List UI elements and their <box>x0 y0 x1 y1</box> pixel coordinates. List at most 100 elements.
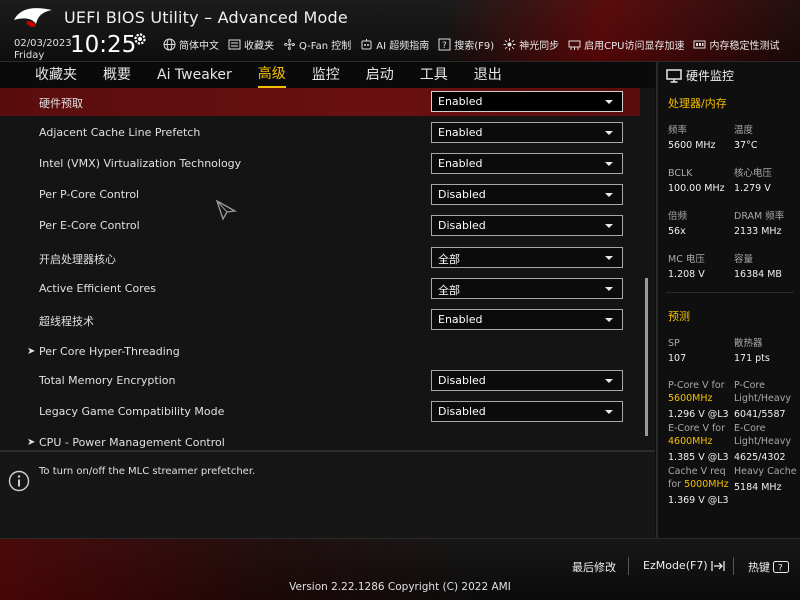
ezmode-button[interactable]: EzMode(F7) <box>643 559 725 572</box>
hardware-monitor-panel: 硬件监控 处理器/内存 频率 温度 5600 MHz 37°C BCLK 核心电… <box>656 62 800 538</box>
fan-icon <box>284 39 295 50</box>
main-menu-tabs: 收藏夹 概要 Ai Tweaker 高级 监控 启动 工具 退出 <box>0 62 655 88</box>
date-text: 02/03/2023 <box>14 38 72 49</box>
setting-dropdown[interactable]: Enabled <box>431 309 623 330</box>
memtest-button[interactable]: 内存稳定性测试 <box>693 37 779 52</box>
prediction-section-title: 预测 <box>668 310 690 323</box>
search-button[interactable]: ? 搜索(F9) <box>438 37 494 52</box>
setting-dropdown[interactable]: 全部 <box>431 247 623 268</box>
last-modified-button[interactable]: 最后修改 <box>572 559 616 575</box>
settings-scrollbar[interactable] <box>645 278 648 436</box>
qfan-button[interactable]: Q-Fan 控制 <box>283 37 351 52</box>
ratio-value: 56x <box>668 226 686 237</box>
setting-label: Legacy Game Compatibility Mode <box>39 405 225 418</box>
dropdown-value: Enabled <box>438 313 483 326</box>
ecore-lh-value: 4625/4302 <box>734 452 786 463</box>
setting-dropdown[interactable]: Disabled <box>431 370 623 391</box>
ecore-v-value: 1.385 V @L3 <box>668 452 729 463</box>
setting-dropdown[interactable]: Disabled <box>431 215 623 236</box>
cache-v-label: Cache V req <box>668 466 726 477</box>
aura-sync-button[interactable]: 神光同步 <box>503 37 559 52</box>
header: UEFI BIOS Utility – Advanced Mode 02/03/… <box>0 0 800 62</box>
submenu-per-core-hyper-threading[interactable]: ➤ Per Core Hyper-Threading <box>0 338 640 366</box>
submenu-label: Per Core Hyper-Threading <box>39 345 180 358</box>
dropdown-value: 全部 <box>438 253 460 266</box>
pcore-v-value: 1.296 V @L3 <box>668 409 729 420</box>
dropdown-value: 全部 <box>438 284 460 297</box>
ai-icon <box>361 39 372 50</box>
help-panel: To turn on/off the MLC streamer prefetch… <box>0 450 655 538</box>
setting-label: Adjacent Cache Line Prefetch <box>39 126 201 139</box>
hotkeys-label: 热键 <box>748 561 770 574</box>
setting-dropdown[interactable]: Disabled <box>431 184 623 205</box>
capacity-label: 容量 <box>734 254 754 265</box>
setting-dropdown[interactable]: Enabled <box>431 122 623 143</box>
favorites-icon <box>228 39 241 50</box>
tab-boot[interactable]: 启动 <box>366 62 394 88</box>
setting-row-per-p-core-control[interactable]: Per P-Core Control Disabled <box>0 181 640 209</box>
submenu-arrow-icon: ➤ <box>27 346 36 357</box>
language-button[interactable]: 简体中文 <box>163 37 219 52</box>
pcore-v-frequency: 5600MHz <box>668 393 713 404</box>
clock-settings-gear-icon[interactable] <box>133 32 147 46</box>
submenu-label: CPU - Power Management Control <box>39 436 225 449</box>
tab-tool[interactable]: 工具 <box>420 62 448 88</box>
ecore-v-frequency: 4600MHz <box>668 436 713 447</box>
sp-label: SP <box>668 338 680 349</box>
setting-label: Active Efficient Cores <box>39 282 156 295</box>
tab-favorites[interactable]: 收藏夹 <box>35 62 77 88</box>
language-label: 简体中文 <box>179 41 219 52</box>
dram-frequency-label: DRAM 频率 <box>734 211 785 222</box>
ai-oc-guide-button[interactable]: AI 超频指南 <box>360 37 429 52</box>
help-search-icon: ? <box>438 38 451 51</box>
setting-row-adjacent-cache-prefetch[interactable]: Adjacent Cache Line Prefetch Enabled <box>0 119 640 147</box>
setting-dropdown[interactable]: 全部 <box>431 278 623 299</box>
setting-row-legacy-game-compat[interactable]: Legacy Game Compatibility Mode Disabled <box>0 398 640 426</box>
capacity-value: 16384 MB <box>734 269 782 280</box>
mc-voltage-label: MC 电压 <box>668 254 705 265</box>
ratio-label: 倍频 <box>668 211 688 222</box>
monitor-screen-icon <box>666 68 682 83</box>
favorites-label: 收藏夹 <box>244 41 274 52</box>
hotkeys-button[interactable]: 热键 ? <box>748 559 789 575</box>
pcore-lh-value: 6041/5587 <box>734 409 786 420</box>
ezmode-label: EzMode(F7) <box>643 559 708 572</box>
core-voltage-label: 核心电压 <box>734 168 773 179</box>
setting-row-active-efficient-cores[interactable]: Active Efficient Cores 全部 <box>0 275 640 303</box>
tab-advanced[interactable]: 高级 <box>257 62 286 88</box>
tab-main[interactable]: 概要 <box>103 62 131 88</box>
setting-row-total-memory-encryption[interactable]: Total Memory Encryption Disabled <box>0 367 640 395</box>
setting-row-active-cores[interactable]: 开启处理器核心 全部 <box>0 244 640 272</box>
memory-test-icon <box>693 40 706 49</box>
sync-icon <box>503 38 516 51</box>
tab-monitor[interactable]: 监控 <box>312 62 340 88</box>
svg-text:?: ? <box>442 41 447 51</box>
help-description: To turn on/off the MLC streamer prefetch… <box>39 466 256 477</box>
setting-row-hardware-prefetch[interactable]: 硬件预取 Enabled <box>0 88 640 116</box>
caret-down-icon <box>605 410 613 414</box>
setting-row-per-e-core-control[interactable]: Per E-Core Control Disabled <box>0 212 640 240</box>
dropdown-value: Disabled <box>438 219 486 232</box>
dram-frequency-value: 2133 MHz <box>734 226 782 237</box>
footer-separator <box>628 557 629 575</box>
setting-dropdown[interactable]: Disabled <box>431 401 623 422</box>
dropdown-value: Enabled <box>438 95 483 108</box>
setting-dropdown[interactable]: Enabled <box>431 91 623 112</box>
tab-ai-tweaker[interactable]: Ai Tweaker <box>157 62 232 88</box>
heavy-cache-label: Heavy Cache <box>734 466 797 477</box>
pcore-lh-label-2: Light/Heavy <box>734 393 791 404</box>
resizable-bar-button[interactable]: 启用CPU访问显存加速 <box>568 37 684 52</box>
bclk-label: BCLK <box>668 168 693 179</box>
favorites-button[interactable]: 收藏夹 <box>228 37 274 52</box>
setting-row-hyper-threading[interactable]: 超线程技术 Enabled <box>0 306 640 334</box>
caret-down-icon <box>605 131 613 135</box>
setting-row-vmx[interactable]: Intel (VMX) Virtualization Technology En… <box>0 150 640 178</box>
submenu-cpu-power-management[interactable]: ➤ CPU - Power Management Control <box>0 429 640 450</box>
ecore-lh-label-2: Light/Heavy <box>734 436 791 447</box>
cpu-temperature-value: 37°C <box>734 140 758 151</box>
cache-v-value: 1.369 V @L3 <box>668 495 729 506</box>
cache-v-label-line2: for 5000MHz <box>668 478 729 491</box>
cooler-label: 散热器 <box>734 338 763 349</box>
setting-dropdown[interactable]: Enabled <box>431 153 623 174</box>
tab-exit[interactable]: 退出 <box>474 62 502 88</box>
